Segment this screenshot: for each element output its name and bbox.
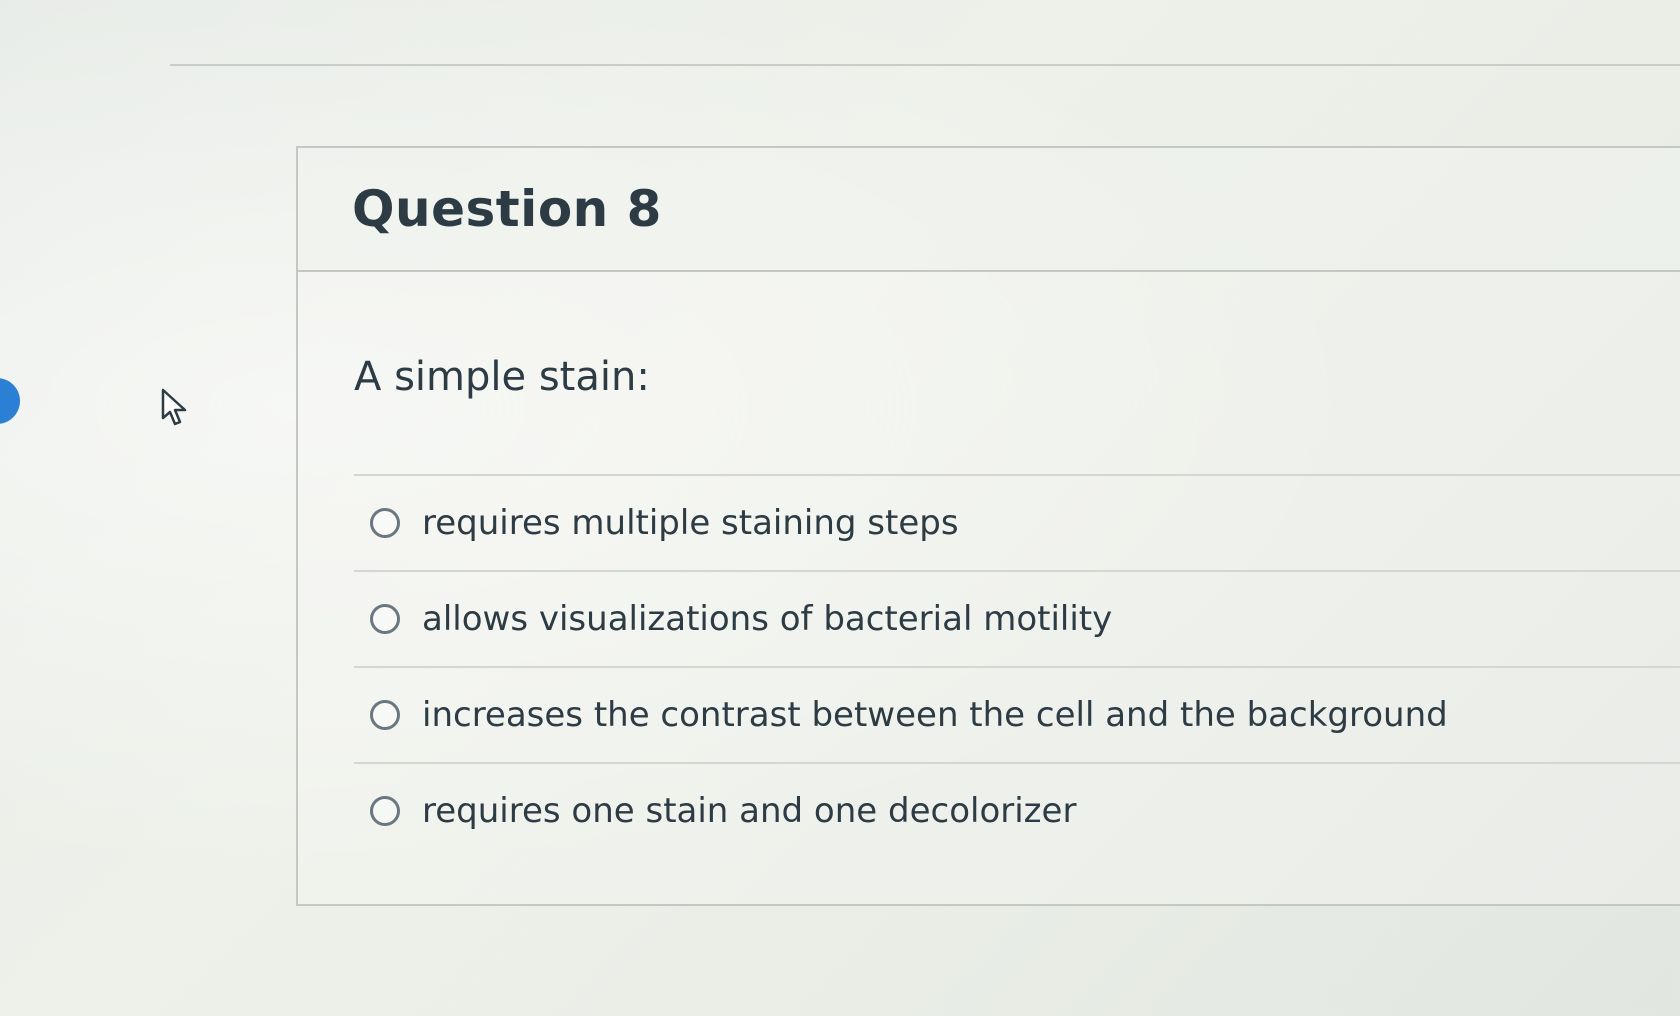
answer-label[interactable]: requires one stain and one decolorizer bbox=[422, 791, 1076, 831]
question-prompt: A simple stain: bbox=[354, 354, 650, 400]
radio-unchecked-icon[interactable] bbox=[370, 508, 400, 538]
answer-label[interactable]: increases the contrast between the cell … bbox=[422, 695, 1448, 735]
answer-option[interactable]: requires multiple staining steps bbox=[354, 474, 1680, 570]
answer-label[interactable]: allows visualizations of bacterial motil… bbox=[422, 599, 1112, 639]
answer-option[interactable]: requires one stain and one decolorizer bbox=[354, 762, 1680, 858]
answer-label[interactable]: requires multiple staining steps bbox=[422, 503, 959, 543]
radio-unchecked-icon[interactable] bbox=[370, 700, 400, 730]
answer-list: requires multiple staining steps allows … bbox=[354, 474, 1680, 858]
question-card: Question 8 A simple stain: requires mult… bbox=[296, 146, 1680, 906]
radio-unchecked-icon[interactable] bbox=[370, 796, 400, 826]
question-header: Question 8 bbox=[298, 148, 1680, 272]
radio-unchecked-icon[interactable] bbox=[370, 604, 400, 634]
question-title: Question 8 bbox=[352, 180, 662, 238]
top-divider bbox=[170, 64, 1680, 66]
navigation-indicator[interactable] bbox=[0, 378, 20, 424]
mouse-pointer-icon bbox=[161, 388, 187, 426]
answer-option[interactable]: allows visualizations of bacterial motil… bbox=[354, 570, 1680, 666]
answer-option[interactable]: increases the contrast between the cell … bbox=[354, 666, 1680, 762]
